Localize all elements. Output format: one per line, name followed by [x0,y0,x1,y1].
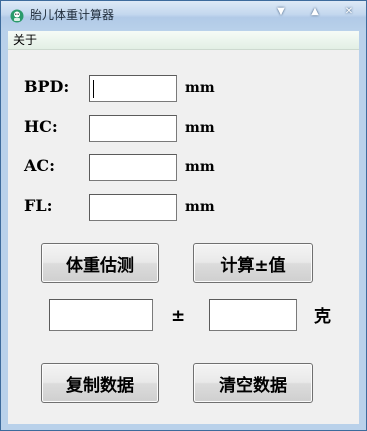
title-bar[interactable]: 胎儿体重计算器 ▼ ▲ ✕ [1,1,366,31]
client-area: BPD: mm HC: mm AC: mm FL: mm 体重估测 计算±值 ±… [8,50,359,424]
pm-result-field[interactable] [209,299,297,331]
gram-unit: 克 [314,307,331,327]
fl-unit: mm [185,199,215,215]
maximize-icon[interactable]: ▲ [306,5,324,19]
window-controls: ▼ ▲ ✕ [272,5,358,19]
ac-unit: mm [185,159,215,175]
text-caret [93,80,94,98]
hc-unit: mm [185,120,215,136]
menu-item-about[interactable]: 关于 [13,33,37,47]
app-window: 胎儿体重计算器 ▼ ▲ ✕ 关于 BPD: mm HC: mm AC: mm F… [0,0,367,431]
weight-result-field[interactable] [49,299,153,331]
window-title: 胎儿体重计算器 [30,8,115,22]
plus-minus-symbol: ± [171,306,186,326]
bpd-input[interactable] [89,75,177,102]
bpd-unit: mm [185,80,215,96]
menu-bar: 关于 [8,31,359,50]
copy-data-button[interactable]: 复制数据 [41,363,159,403]
fl-input[interactable] [89,194,177,221]
calc-pm-button[interactable]: 计算±值 [193,243,313,283]
estimate-weight-button[interactable]: 体重估测 [41,243,159,283]
app-logo-icon [10,9,24,23]
minimize-icon[interactable]: ▼ [272,5,290,19]
ac-input[interactable] [89,154,177,181]
clear-data-button[interactable]: 清空数据 [193,363,313,403]
fl-label: FL: [24,196,53,215]
hc-label: HC: [24,117,58,136]
close-icon[interactable]: ✕ [340,5,358,19]
ac-label: AC: [24,156,56,175]
hc-input[interactable] [89,115,177,142]
bpd-label: BPD: [24,77,70,96]
